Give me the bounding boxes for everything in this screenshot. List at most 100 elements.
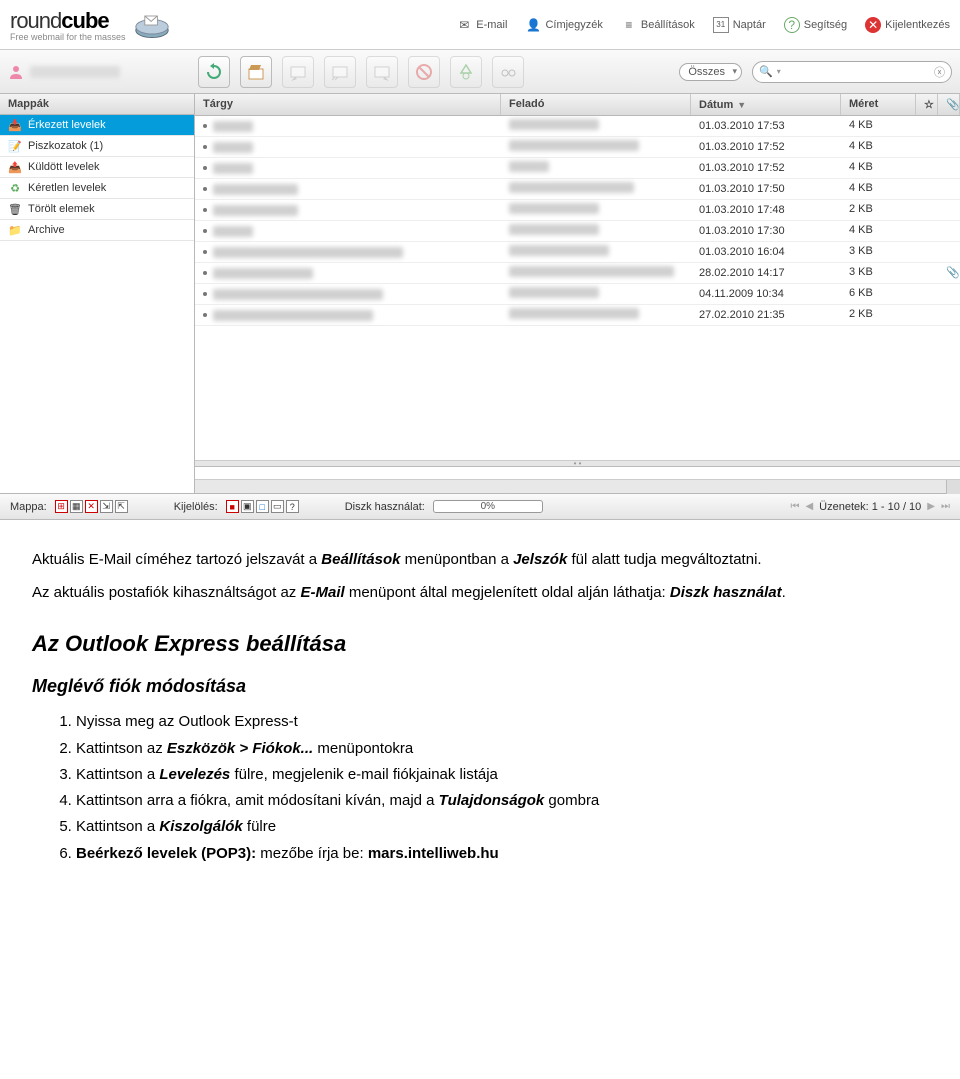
- attachment-cell: [938, 284, 960, 304]
- nav-logout[interactable]: ✕Kijelentkezés: [865, 17, 950, 33]
- folder-trash[interactable]: 🗑Törölt elemek: [0, 199, 194, 220]
- brand-name: roundcube: [10, 8, 109, 33]
- folder-export-button[interactable]: ⇱: [115, 500, 128, 513]
- unread-dot-icon: [203, 271, 207, 275]
- table-row[interactable]: 01.03.2010 17:304 KB: [195, 221, 960, 242]
- flag-cell[interactable]: [916, 284, 938, 304]
- table-row[interactable]: 27.02.2010 21:352 KB: [195, 305, 960, 326]
- doc-subheading-modify: Meglévő fiók módosítása: [32, 673, 928, 701]
- pager-text: Üzenetek: 1 - 10 / 10: [819, 501, 921, 513]
- doc-paragraph-1: Aktuális E-Mail címéhez tartozó jelszavá…: [32, 548, 928, 571]
- flag-cell[interactable]: [916, 179, 938, 199]
- folder-sent[interactable]: 📤Küldött levelek: [0, 157, 194, 178]
- sender-blurred: [509, 140, 639, 151]
- col-attachment[interactable]: 📎: [938, 94, 960, 115]
- nav-addressbook[interactable]: 👤Címjegyzék: [525, 17, 602, 33]
- col-size[interactable]: Méret: [841, 94, 916, 115]
- pager: ⏮ ◀ Üzenetek: 1 - 10 / 10 ▶ ⏭: [790, 501, 950, 513]
- message-date: 01.03.2010 17:30: [691, 221, 841, 241]
- table-row[interactable]: 28.02.2010 14:173 KB📎: [195, 263, 960, 284]
- nav-email[interactable]: ✉E-mail: [456, 17, 507, 33]
- search-icon: 🔍: [759, 65, 773, 78]
- search-input[interactable]: [781, 66, 934, 78]
- unread-dot-icon: [203, 145, 207, 149]
- flag-cell[interactable]: [916, 221, 938, 241]
- junk-icon: ♻: [8, 181, 22, 195]
- table-row[interactable]: 01.03.2010 17:482 KB: [195, 200, 960, 221]
- unread-dot-icon: [203, 250, 207, 254]
- flag-cell[interactable]: [916, 305, 938, 325]
- message-date: 01.03.2010 16:04: [691, 242, 841, 262]
- reply-all-icon: [331, 63, 349, 81]
- select-page-button[interactable]: ▣: [241, 500, 254, 513]
- select-all-button[interactable]: ■: [226, 500, 239, 513]
- folder-compact-button[interactable]: ▦: [70, 500, 83, 513]
- folder-drafts[interactable]: 📝Piszkozatok (1): [0, 136, 194, 157]
- select-unread-button[interactable]: □: [256, 500, 269, 513]
- folder-controls: ⊞ ▦ ✕ ⇲ ⇱: [55, 500, 128, 513]
- toolbar: Összes 🔍▾ ⓧ: [0, 50, 960, 94]
- table-row[interactable]: 01.03.2010 17:524 KB: [195, 158, 960, 179]
- folder-archive[interactable]: 📁Archive: [0, 220, 194, 241]
- subject-blurred: [213, 226, 253, 237]
- flag-cell[interactable]: [916, 137, 938, 157]
- sender-blurred: [509, 245, 609, 256]
- sender-blurred: [509, 287, 599, 298]
- nav-calendar-label: Naptár: [733, 19, 766, 31]
- col-subject[interactable]: Tárgy: [195, 94, 501, 115]
- sender-blurred: [509, 182, 634, 193]
- compose-button[interactable]: [240, 56, 272, 88]
- nav-settings[interactable]: ≡Beállítások: [621, 17, 695, 33]
- message-date: 01.03.2010 17:52: [691, 137, 841, 157]
- table-row[interactable]: 01.03.2010 16:043 KB: [195, 242, 960, 263]
- table-row[interactable]: 01.03.2010 17:504 KB: [195, 179, 960, 200]
- message-date: 27.02.2010 21:35: [691, 305, 841, 325]
- table-row[interactable]: 04.11.2009 10:346 KB: [195, 284, 960, 305]
- flag-cell[interactable]: [916, 158, 938, 178]
- page-next-button[interactable]: ▶: [927, 501, 935, 512]
- search-box[interactable]: 🔍▾ ⓧ: [752, 61, 952, 83]
- app-header: roundcube Free webmail for the masses ✉E…: [0, 0, 960, 50]
- nav-help[interactable]: ?Segítség: [784, 17, 847, 33]
- flag-cell[interactable]: [916, 242, 938, 262]
- message-date: 28.02.2010 14:17: [691, 263, 841, 283]
- table-row[interactable]: 01.03.2010 17:524 KB: [195, 137, 960, 158]
- folder-junk[interactable]: ♻Kéretlen levelek: [0, 178, 194, 199]
- doc-heading-outlook: Az Outlook Express beállítása: [32, 627, 928, 661]
- select-none-button[interactable]: ?: [286, 500, 299, 513]
- nav-calendar[interactable]: 31Naptár: [713, 17, 766, 33]
- message-size: 4 KB: [841, 158, 916, 178]
- page-prev-button[interactable]: ◀: [805, 501, 813, 512]
- folder-expunge-button[interactable]: ⊞: [55, 500, 68, 513]
- page-first-button[interactable]: ⏮: [790, 501, 799, 512]
- page-last-button[interactable]: ⏭: [941, 501, 950, 512]
- folder-empty-button[interactable]: ✕: [85, 500, 98, 513]
- subject-blurred: [213, 121, 253, 132]
- close-icon: ✕: [865, 17, 881, 33]
- splitter-handle[interactable]: • •: [195, 460, 960, 467]
- unread-dot-icon: [203, 124, 207, 128]
- select-invert-button[interactable]: ▭: [271, 500, 284, 513]
- folder-inbox[interactable]: 📥Érkezett levelek: [0, 115, 194, 136]
- table-row[interactable]: 01.03.2010 17:534 KB: [195, 116, 960, 137]
- flag-cell[interactable]: [916, 263, 938, 283]
- unread-dot-icon: [203, 292, 207, 296]
- doc-step-2: Kattintson az Eszközök > Fiókok... menüp…: [76, 737, 928, 760]
- col-flag[interactable]: ☆: [916, 94, 938, 115]
- nav-settings-label: Beállítások: [641, 19, 695, 31]
- select-controls: ■ ▣ □ ▭ ?: [226, 500, 299, 513]
- unread-dot-icon: [203, 229, 207, 233]
- subject-blurred: [213, 163, 253, 174]
- flag-cell[interactable]: [916, 200, 938, 220]
- main-area: Mappák 📥Érkezett levelek 📝Piszkozatok (1…: [0, 94, 960, 494]
- clear-search-icon[interactable]: ⓧ: [934, 64, 945, 80]
- filter-select[interactable]: Összes: [679, 63, 742, 81]
- refresh-button[interactable]: [198, 56, 230, 88]
- flag-cell[interactable]: [916, 116, 938, 136]
- folder-import-button[interactable]: ⇲: [100, 500, 113, 513]
- col-date[interactable]: Dátum▼: [691, 94, 841, 115]
- col-from[interactable]: Feladó: [501, 94, 691, 115]
- recycle-icon: [457, 63, 475, 81]
- doc-step-1: Nyissa meg az Outlook Express-t: [76, 710, 928, 733]
- folders-header: Mappák: [0, 94, 194, 115]
